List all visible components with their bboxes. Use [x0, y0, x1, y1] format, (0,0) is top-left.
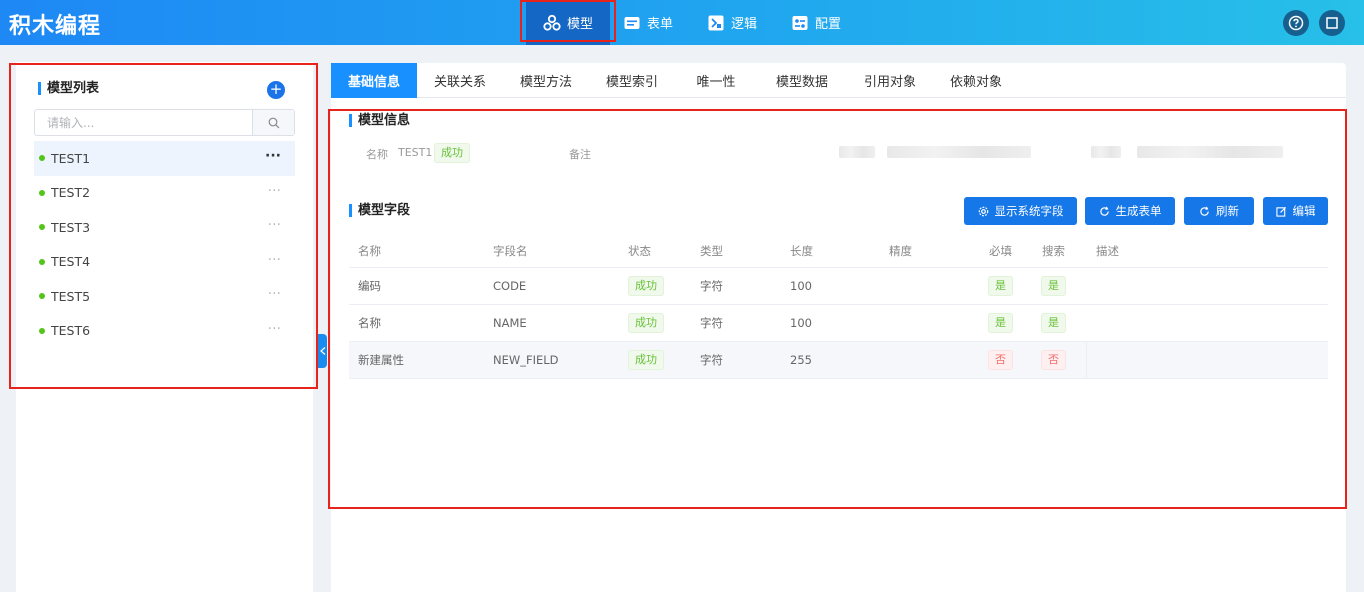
form-icon — [624, 16, 640, 29]
tab-uniqueness[interactable]: 唯一性 — [675, 63, 757, 98]
tab-bar: 基础信息 关联关系 模型方法 模型索引 唯一性 模型数据 引用对象 依赖对象 — [331, 63, 1346, 98]
content-highlight-box — [328, 109, 1347, 509]
logic-icon — [708, 15, 724, 30]
tab-relations[interactable]: 关联关系 — [417, 63, 503, 98]
top-header: 积木编程 模型 表单 逻辑 配置 — [0, 0, 1364, 45]
nav-config-label: 配置 — [814, 17, 841, 32]
window-icon — [1326, 17, 1338, 29]
tab-references[interactable]: 引用对象 — [847, 63, 933, 98]
nav-config[interactable]: 配置 — [788, 0, 844, 45]
tab-basic-info[interactable]: 基础信息 — [331, 63, 417, 98]
app-logo: 积木编程 — [9, 14, 102, 39]
nav-logic[interactable]: 逻辑 — [704, 0, 760, 45]
help-icon — [1288, 15, 1304, 31]
help-button[interactable] — [1283, 10, 1309, 36]
nav-highlight-box — [520, 0, 616, 42]
window-button[interactable] — [1319, 10, 1345, 36]
chevron-left-icon — [319, 347, 325, 355]
tab-dependencies[interactable]: 依赖对象 — [933, 63, 1019, 98]
nav-form-label: 表单 — [646, 17, 673, 32]
tab-indexes[interactable]: 模型索引 — [589, 63, 675, 98]
nav-logic-label: 逻辑 — [730, 17, 757, 32]
config-icon — [792, 15, 808, 30]
tab-methods[interactable]: 模型方法 — [503, 63, 589, 98]
tab-model-data[interactable]: 模型数据 — [757, 63, 847, 98]
nav-form[interactable]: 表单 — [620, 0, 676, 45]
sidebar-highlight-box — [9, 63, 318, 389]
collapse-sidebar-button[interactable] — [318, 334, 327, 368]
